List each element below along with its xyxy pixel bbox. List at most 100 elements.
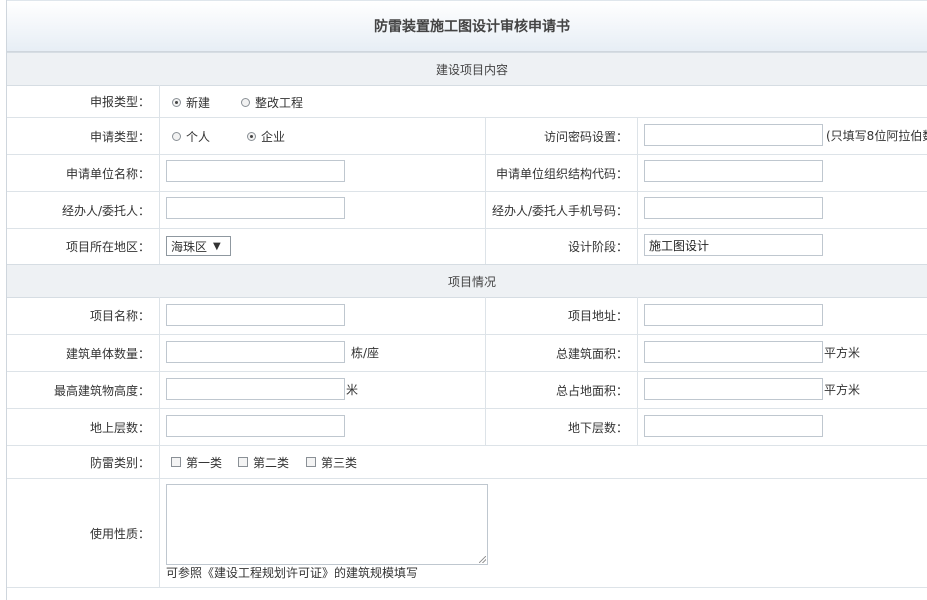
agent-label: 经办人/委托人： [61,203,150,218]
section-project-info-label: 项目情况 [447,274,496,289]
lightning-class-3-label: 第三类 [321,455,358,470]
radio-new[interactable] [172,97,181,107]
lightning-class-2-option[interactable]: 第二类 [238,452,289,472]
column-divider [159,372,160,408]
row-unit-name: 申请单位名称： 申请单位组织结构代码： [7,155,927,192]
region-select-value: 海珠区 [171,239,208,254]
section-project-content-label: 建设项目内容 [435,62,508,77]
lightning-class-1-label: 第一类 [186,455,223,470]
usage-label: 使用性质： [89,526,150,541]
design-stage-input[interactable]: 施工图设计 [644,234,823,256]
report-type-new-label: 新建 [186,95,211,110]
column-divider [637,118,638,154]
region-label: 项目所在地区： [65,240,150,254]
total-area-unit: 平方米 [824,345,861,360]
apply-type-label: 申请类型： [89,129,150,144]
usage-textarea[interactable] [166,484,488,565]
password-label: 访问密码设置： [543,129,628,144]
row-apply-type: 申请类型： 个人 企业 访问密码设置： (只填写8位阿拉伯数 [7,118,927,155]
max-height-label: 最高建筑物高度： [53,383,150,398]
column-divider [159,155,160,191]
checkbox-class-2[interactable] [238,457,248,467]
column-divider [637,372,638,408]
row-floors: 地上层数： 地下层数： [7,409,927,446]
design-stage-label: 设计阶段： [567,240,628,254]
radio-rectify[interactable] [241,97,250,107]
resize-handle-icon[interactable] [479,556,486,563]
checkbox-class-1[interactable] [171,457,181,467]
project-address-label: 项目地址： [567,309,628,323]
chevron-down-icon: ▼ [213,240,221,252]
lightning-class-label: 防雷类别： [89,455,150,470]
section-project-content: 建设项目内容 [7,52,927,86]
row-report-type: 申报类型： 新建 整改工程 [7,85,927,118]
row-usage: 使用性质： 可参照《建设工程规划许可证》的建筑规模填写 [7,479,927,588]
lightning-class-3-option[interactable]: 第三类 [306,452,357,472]
column-divider [159,409,160,445]
land-area-input[interactable] [644,378,823,400]
row-building-count: 建筑单体数量： 栋/座 总建筑面积： 平方米 [7,335,927,372]
max-height-unit: 米 [346,382,359,397]
floors-below-label: 地下层数： [567,420,628,435]
report-type-new-option[interactable]: 新建 [172,92,210,112]
report-type-rectify-option[interactable]: 整改工程 [241,92,303,112]
column-divider [159,192,160,228]
column-divider [637,409,638,445]
row-lightning-class: 防雷类别： 第一类 第二类 第三类 [7,446,927,479]
region-select[interactable]: 海珠区 ▼ [166,236,231,256]
apply-type-personal-label: 个人 [186,129,211,144]
report-type-label: 申报类型： [89,94,150,109]
apply-type-personal-option[interactable]: 个人 [172,126,210,146]
checkbox-class-3[interactable] [306,457,316,467]
usage-hint: 可参照《建设工程规划许可证》的建筑规模填写 [166,565,419,580]
floors-above-label: 地上层数： [89,420,150,435]
column-divider [637,192,638,228]
max-height-input[interactable] [166,378,345,400]
column-divider [159,479,160,587]
lightning-class-2-label: 第二类 [253,455,290,470]
total-area-input[interactable] [644,341,823,363]
column-divider [159,335,160,371]
section-project-info: 项目情况 [7,264,927,298]
project-name-label: 项目名称： [89,309,150,323]
floors-below-input[interactable] [644,415,823,437]
form-title-text: 防雷装置施工图设计审核申请书 [374,19,570,35]
lightning-class-1-option[interactable]: 第一类 [171,452,222,472]
org-code-input[interactable] [644,160,823,182]
land-area-unit: 平方米 [824,382,861,397]
column-divider [637,229,638,264]
project-name-input[interactable] [166,304,345,326]
agent-input[interactable] [166,197,345,219]
apply-type-enterprise-option[interactable]: 企业 [247,126,285,146]
building-count-input[interactable] [166,341,345,363]
project-address-input[interactable] [644,304,823,326]
column-divider [159,118,160,154]
row-agent: 经办人/委托人： 经办人/委托人手机号码： [7,192,927,229]
password-input[interactable] [644,124,823,146]
floors-above-input[interactable] [166,415,345,437]
password-hint: (只填写8位阿拉伯数 [826,128,927,143]
radio-personal[interactable] [172,131,181,141]
column-divider [637,335,638,371]
column-divider [159,85,160,117]
org-code-label: 申请单位组织结构代码： [495,166,628,181]
apply-type-enterprise-label: 企业 [261,129,286,144]
row-max-height: 最高建筑物高度： 米 总占地面积： 平方米 [7,372,927,409]
agent-phone-input[interactable] [644,197,823,219]
column-divider [159,297,160,334]
total-area-label: 总建筑面积： [555,346,628,361]
row-region: 项目所在地区： 海珠区 ▼ 设计阶段： 施工图设计 [7,229,927,265]
agent-phone-label: 经办人/委托人手机号码： [491,203,628,218]
form-title: 防雷装置施工图设计审核申请书 [7,0,927,52]
building-count-label: 建筑单体数量： [65,346,150,361]
column-divider [159,446,160,478]
building-count-unit: 栋/座 [351,345,380,360]
application-form: 防雷装置施工图设计审核申请书 建设项目内容 申报类型： 新建 整改工程 申请类型… [6,0,927,600]
report-type-rectify-label: 整改工程 [255,95,304,110]
column-divider [159,229,160,264]
unit-name-label: 申请单位名称： [65,166,150,181]
column-divider [637,155,638,191]
radio-enterprise[interactable] [247,131,256,141]
unit-name-input[interactable] [166,160,345,182]
row-project-name: 项目名称： 项目地址： [7,297,927,335]
